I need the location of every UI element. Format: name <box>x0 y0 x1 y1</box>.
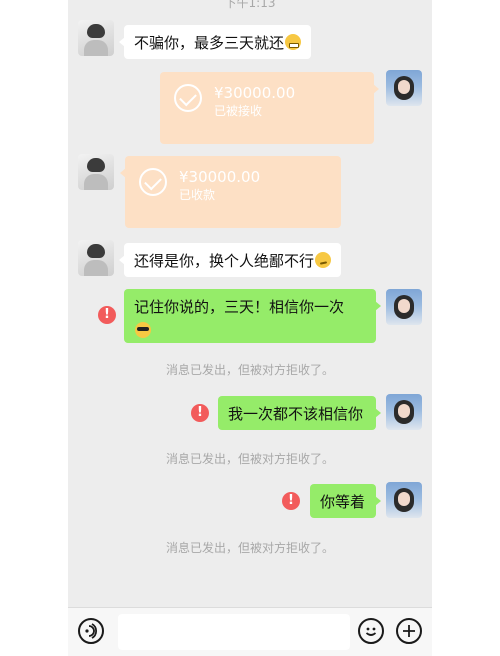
add-icon[interactable] <box>396 618 422 644</box>
message-bubble[interactable]: 不骗你，最多三天就还 <box>118 25 312 59</box>
input-bar <box>68 607 432 656</box>
check-circle-icon <box>139 168 167 196</box>
send-failed-icon[interactable]: ! <box>282 492 300 510</box>
voice-icon[interactable] <box>78 618 104 644</box>
self-avatar[interactable] <box>386 482 422 518</box>
system-message: 消息已发出，但被对方拒收了。 <box>165 452 334 466</box>
smirk-emoji-icon <box>315 252 332 268</box>
message-bubble[interactable]: 你等着 <box>310 484 381 518</box>
transfer-card[interactable]: ¥30000.00 已被接收 <box>160 72 379 144</box>
message-text: 不骗你，最多三天就还 <box>134 34 285 52</box>
transfer-amount: ¥30000.00 <box>179 168 261 186</box>
message-bubble[interactable]: 我一次都不该相信你 <box>218 396 381 430</box>
contact-avatar[interactable] <box>78 240 114 276</box>
send-failed-icon[interactable]: ! <box>191 404 209 422</box>
self-avatar[interactable] <box>386 394 422 430</box>
send-failed-icon[interactable]: ! <box>98 306 116 324</box>
check-circle-icon <box>174 84 202 112</box>
grimace-emoji-icon <box>285 34 302 50</box>
transfer-card[interactable]: ¥30000.00 已收款 <box>120 156 341 228</box>
message-input[interactable] <box>118 614 350 650</box>
message-text: 我一次都不该相信你 <box>228 405 364 423</box>
message-text: 你等着 <box>320 493 366 511</box>
message-text: 还得是你，换个人绝鄙不行 <box>134 252 315 270</box>
self-avatar[interactable] <box>386 70 422 106</box>
emoji-icon[interactable] <box>358 618 384 644</box>
chat-screen: 下午1:13 不骗你，最多三天就还 ¥30000.00 已被接收 ¥30000.… <box>68 0 432 656</box>
system-message: 消息已发出，但被对方拒收了。 <box>165 363 334 377</box>
sunglasses-emoji-icon <box>135 322 151 338</box>
message-bubble[interactable]: 记住你说的，三天！相信你一次 <box>124 289 381 343</box>
message-bubble[interactable]: 还得是你，换个人绝鄙不行 <box>118 243 342 277</box>
contact-avatar[interactable] <box>78 154 114 190</box>
status-time: 下午1:13 <box>224 0 276 10</box>
transfer-status: 已被接收 <box>214 104 263 118</box>
self-avatar[interactable] <box>386 289 422 325</box>
message-text: 记住你说的，三天！相信你一次 <box>134 298 345 316</box>
system-message: 消息已发出，但被对方拒收了。 <box>165 541 334 555</box>
contact-avatar[interactable] <box>78 20 114 56</box>
transfer-status: 已收款 <box>179 188 216 202</box>
transfer-amount: ¥30000.00 <box>214 84 296 102</box>
